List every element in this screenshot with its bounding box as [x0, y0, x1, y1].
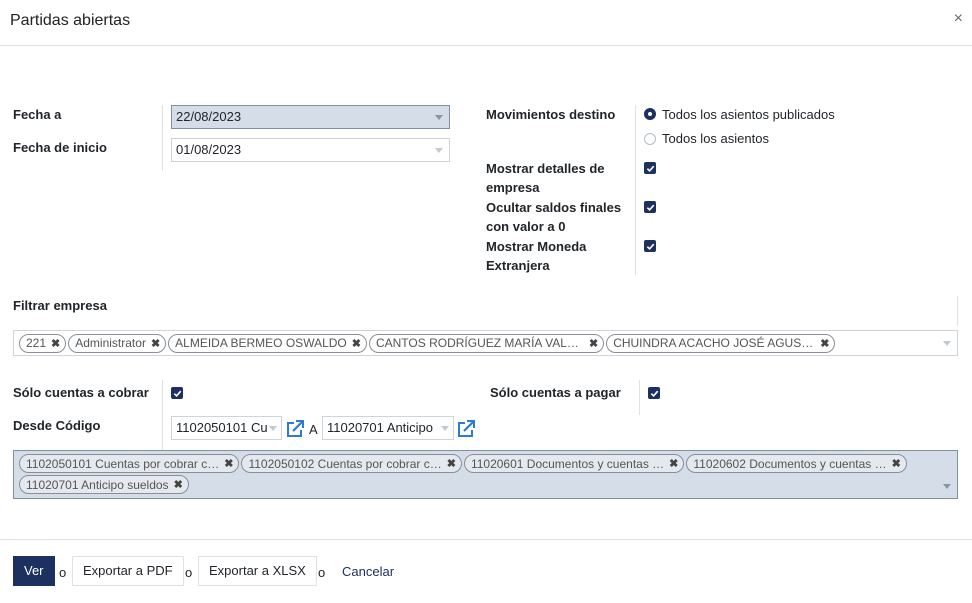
chevron-down-icon — [435, 115, 443, 120]
partner-tag-label: CHUINDRA ACACHO JOSÉ AGUST… — [613, 336, 816, 350]
chevron-down-icon — [269, 426, 277, 431]
receivable-checkbox[interactable] — [171, 387, 183, 399]
account-tag: 11020602 Documentos y cuentas … ✖ — [686, 454, 907, 473]
partner-filter-divider — [957, 296, 958, 326]
view-button[interactable]: Ver — [13, 556, 55, 586]
dialog-title: Partidas abiertas — [10, 12, 131, 29]
remove-x-icon[interactable]: ✖ — [352, 337, 361, 350]
foreign-currency-label: Mostrar Moneda Extranjera — [486, 237, 626, 275]
partner-tag: 221 ✖ — [19, 333, 67, 353]
chevron-down-icon — [435, 148, 443, 153]
checkmark-icon — [650, 390, 658, 397]
foreign-currency-label-line2: Extranjera — [486, 258, 550, 273]
remove-x-icon[interactable]: ✖ — [669, 457, 678, 470]
partner-filter-label: Filtrar empresa — [13, 298, 107, 313]
account-tag: 11020601 Documentos y cuentas … ✖ — [463, 454, 685, 473]
account-to-field[interactable]: 11020701 Anticipo — [322, 416, 454, 440]
close-icon[interactable]: × — [954, 10, 963, 28]
account-divider — [162, 380, 163, 452]
accounts-field[interactable]: 1102050101 Cuentas por cobrar c… ✖ 110205… — [13, 450, 958, 499]
or-separator: o — [318, 565, 326, 580]
date-from-field[interactable]: 01/08/2023 — [171, 138, 450, 162]
hide-zero-label-line2: con valor a 0 — [486, 219, 566, 234]
checkmark-icon — [646, 204, 654, 211]
header-divider — [0, 45, 972, 46]
dates-divider — [162, 105, 163, 171]
partner-tag-label: ALMEIDA BERMEO OSWALDO — [175, 336, 347, 350]
hide-zero-label-line1: Ocultar saldos finales — [486, 200, 622, 215]
account-tag: 11020701 Anticipo sueldos ✖ — [19, 475, 189, 494]
remove-x-icon[interactable]: ✖ — [151, 337, 160, 350]
or-separator: o — [185, 565, 193, 580]
remove-x-icon[interactable]: ✖ — [224, 457, 233, 470]
payable-divider — [639, 380, 640, 415]
account-tag-label: 11020602 Documentos y cuentas … — [693, 456, 887, 471]
partner-details-label-line1: Mostrar detalles de — [486, 161, 605, 176]
hide-zero-checkbox[interactable] — [644, 201, 656, 213]
account-tag-label: 11020601 Documentos y cuentas … — [470, 456, 665, 471]
partner-details-label: Mostrar detalles de empresa — [486, 159, 626, 197]
checkmark-icon — [646, 243, 654, 250]
options-divider — [635, 105, 636, 275]
footer-divider — [0, 539, 972, 540]
remove-x-icon[interactable]: ✖ — [447, 457, 456, 470]
account-tag-label: 11020701 Anticipo sueldos — [26, 477, 169, 492]
account-tag-label: 1102050101 Cuentas por cobrar c… — [26, 456, 220, 471]
radio-posted-label[interactable]: Todos los asientos publicados — [662, 106, 835, 123]
account-tag: 1102050101 Cuentas por cobrar c… ✖ — [19, 454, 240, 473]
target-moves-label: Movimientos destino — [486, 107, 616, 122]
date-to-field[interactable]: 22/08/2023 — [171, 105, 450, 129]
date-to-label: Fecha a — [13, 107, 62, 122]
date-from-value: 01/08/2023 — [176, 142, 242, 157]
checkmark-icon — [173, 390, 181, 397]
remove-x-icon[interactable]: ✖ — [820, 337, 829, 350]
foreign-currency-checkbox[interactable] — [644, 240, 656, 252]
account-from-value: 1102050101 Cu — [176, 420, 268, 435]
date-to-value: 22/08/2023 — [176, 109, 242, 124]
payable-label: Sólo cuentas a pagar — [490, 385, 621, 400]
or-separator: o — [59, 565, 67, 580]
partner-tag-label: CANTOS RODRÍGUEZ MARÍA VALE… — [375, 336, 584, 350]
chevron-down-icon — [441, 426, 449, 431]
remove-x-icon[interactable]: ✖ — [174, 478, 183, 491]
partner-tag: ALMEIDA BERMEO OSWALDO ✖ — [168, 333, 367, 353]
external-link-icon[interactable] — [285, 419, 305, 439]
partner-tag: CANTOS RODRÍGUEZ MARÍA VALE… ✖ — [368, 333, 605, 353]
radio-all[interactable] — [644, 133, 656, 145]
date-from-label: Fecha de inicio — [13, 140, 107, 155]
checkmark-icon — [646, 165, 654, 172]
cancel-link[interactable]: Cancelar — [342, 564, 394, 579]
radio-all-label[interactable]: Todos los asientos — [662, 130, 769, 147]
chevron-down-icon — [943, 484, 951, 489]
partner-tag-label: 221 — [26, 336, 47, 350]
remove-x-icon[interactable]: ✖ — [892, 457, 901, 470]
account-tag: 1102050102 Cuentas por cobrar c… ✖ — [241, 454, 462, 473]
partner-tag: CHUINDRA ACACHO JOSÉ AGUST… ✖ — [606, 333, 836, 353]
chevron-down-icon — [943, 341, 951, 346]
receivable-label: Sólo cuentas a cobrar — [13, 385, 149, 400]
remove-x-icon[interactable]: ✖ — [589, 337, 598, 350]
external-link-icon[interactable] — [456, 419, 476, 439]
foreign-currency-label-line1: Mostrar Moneda — [486, 239, 587, 254]
partner-tag: Administrator ✖ — [68, 333, 167, 353]
account-to-value: 11020701 Anticipo — [327, 420, 434, 435]
partner-details-label-line2: empresa — [486, 180, 540, 195]
account-from-label: Desde Código — [13, 418, 101, 433]
payable-checkbox[interactable] — [648, 387, 660, 399]
export-pdf-button[interactable]: Exportar a PDF — [72, 556, 184, 586]
partner-tag-label: Administrator — [75, 336, 146, 350]
account-tag-label: 1102050102 Cuentas por cobrar c… — [248, 456, 442, 471]
partner-details-checkbox[interactable] — [644, 162, 656, 174]
account-from-field[interactable]: 1102050101 Cu — [171, 416, 282, 440]
account-to-label: A — [309, 422, 318, 437]
remove-x-icon[interactable]: ✖ — [51, 337, 60, 350]
hide-zero-label: Ocultar saldos finales con valor a 0 — [486, 198, 631, 236]
partner-filter-field[interactable]: 221 ✖ Administrator ✖ ALMEIDA BERMEO OSWAL… — [13, 330, 958, 356]
radio-posted[interactable] — [644, 108, 656, 120]
export-xlsx-button[interactable]: Exportar a XLSX — [198, 556, 317, 586]
